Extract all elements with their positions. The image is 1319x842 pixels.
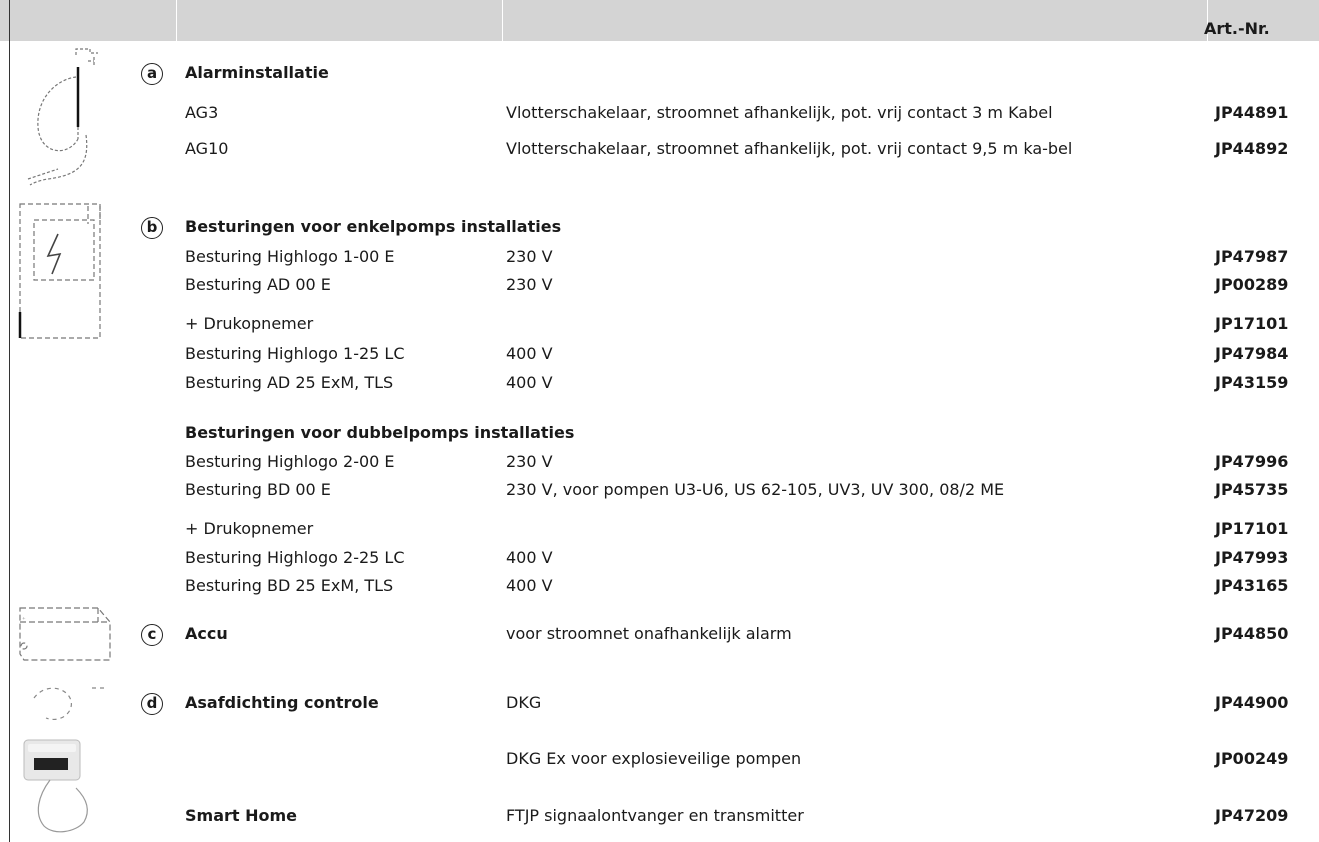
row-name: Besturing Highlogo 2-25 LC	[185, 548, 405, 567]
row-name: + Drukopnemer	[185, 314, 314, 333]
seal-monitor-icon	[33, 687, 108, 720]
smart-home-device-icon	[23, 739, 88, 833]
row-name: Besturing AD 25 ExM, TLS	[185, 373, 394, 392]
control-box-lightning-icon	[18, 203, 101, 339]
row-desc: voor stroomnet onafhankelijk alarm	[506, 624, 792, 643]
row-desc: 230 V	[506, 452, 553, 471]
row-art-nr: JP17101	[1215, 519, 1289, 538]
table-header-bar	[0, 0, 1319, 41]
float-switch-cable-icon	[27, 48, 98, 186]
row-desc: 230 V	[506, 247, 553, 266]
row-art-nr: JP45735	[1215, 480, 1289, 499]
left-margin-rule	[9, 0, 10, 842]
row-name: Besturing AD 00 E	[185, 275, 331, 294]
row-art-nr: JP43165	[1215, 576, 1289, 595]
row-name: Besturing BD 00 E	[185, 480, 331, 499]
row-art-nr: JP47996	[1215, 452, 1289, 471]
row-name: Besturing Highlogo 1-00 E	[185, 247, 395, 266]
section-marker-b: b	[141, 217, 163, 239]
row-art-nr: JP17101	[1215, 314, 1289, 333]
svg-text:⁺: ⁺	[22, 616, 26, 624]
row-name: + Drukopnemer	[185, 519, 314, 538]
product-table-page: Art.-Nr. ⁺ a Alarminstallatie AG3 Vlotte…	[0, 0, 1319, 842]
section-title-accu: Accu	[185, 624, 228, 643]
row-desc: 400 V	[506, 548, 553, 567]
battery-icon: ⁺	[19, 607, 111, 661]
art-nr-column-header: Art.-Nr.	[1204, 19, 1270, 38]
row-desc: 400 V	[506, 373, 553, 392]
row-name: Besturing BD 25 ExM, TLS	[185, 576, 394, 595]
row-name: AG3	[185, 103, 219, 122]
row-art-nr: JP00249	[1215, 749, 1289, 768]
row-desc: 400 V	[506, 576, 553, 595]
row-art-nr: JP00289	[1215, 275, 1289, 294]
section-marker-a: a	[141, 63, 163, 85]
row-art-nr: JP44892	[1215, 139, 1289, 158]
row-art-nr: JP44891	[1215, 103, 1289, 122]
row-desc: Vlotterschakelaar, stroomnet afhankelijk…	[506, 103, 1053, 122]
row-desc: 400 V	[506, 344, 553, 363]
section-marker-c: c	[141, 624, 163, 646]
section-marker-d: d	[141, 693, 163, 715]
section-title-alarminstallatie: Alarminstallatie	[185, 63, 329, 82]
row-art-nr: JP47993	[1215, 548, 1289, 567]
row-desc: DKG	[506, 693, 542, 712]
row-name: AG10	[185, 139, 229, 158]
row-art-nr: JP44900	[1215, 693, 1289, 712]
row-desc: 230 V, voor pompen U3-U6, US 62-105, UV3…	[506, 480, 1005, 499]
row-name: Besturing Highlogo 1-25 LC	[185, 344, 405, 363]
section-title-asafdichting: Asafdichting controle	[185, 693, 379, 712]
row-art-nr: JP44850	[1215, 624, 1289, 643]
section-title-smart-home: Smart Home	[185, 806, 298, 825]
row-desc: 230 V	[506, 275, 553, 294]
row-art-nr: JP47209	[1215, 806, 1289, 825]
row-art-nr: JP47987	[1215, 247, 1289, 266]
row-desc: FTJP signaalontvanger en transmitter	[506, 806, 804, 825]
row-name: Besturing Highlogo 2-00 E	[185, 452, 395, 471]
row-desc: DKG Ex voor explosieveilige pompen	[506, 749, 802, 768]
row-art-nr: JP47984	[1215, 344, 1289, 363]
section-subtitle-dubbelpomps: Besturingen voor dubbelpomps installatie…	[185, 423, 575, 442]
row-desc: Vlotterschakelaar, stroomnet afhankelijk…	[506, 139, 1073, 158]
section-title-enkelpomps: Besturingen voor enkelpomps installaties	[185, 217, 562, 236]
row-art-nr: JP43159	[1215, 373, 1289, 392]
